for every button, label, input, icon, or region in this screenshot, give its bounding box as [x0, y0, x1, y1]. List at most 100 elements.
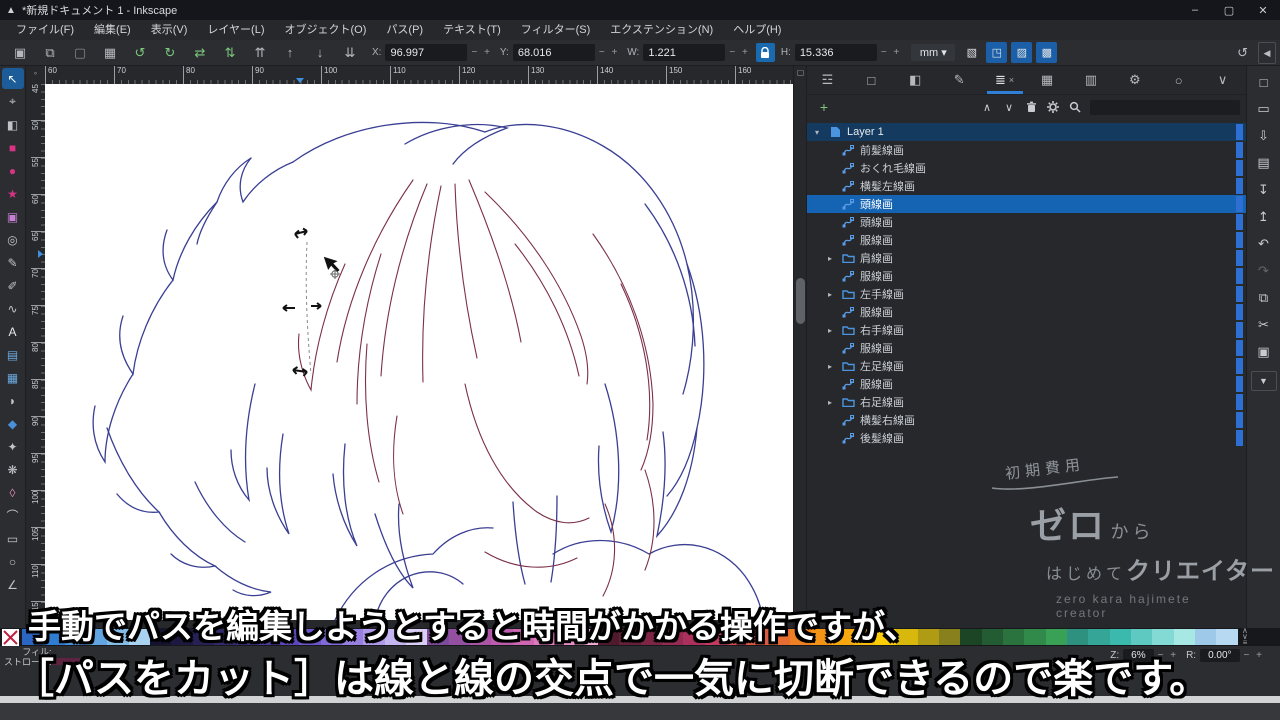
highlight-color-tag[interactable] — [1236, 232, 1243, 248]
layer-row[interactable]: ▾ ▸ Layer 1 — [807, 123, 1246, 141]
command-icon[interactable]: ↥ — [1252, 205, 1276, 229]
menu-item[interactable]: レイヤー(L) — [197, 20, 274, 40]
toolbar-icon[interactable]: ↑ — [278, 43, 302, 63]
horizontal-ruler[interactable]: 60 70 80 90 100 110 120 130 140 150 160 — [45, 66, 793, 84]
toolbar-icon[interactable]: ↻ — [158, 43, 182, 63]
maximize-button[interactable]: ▢ — [1212, 0, 1246, 20]
panel-tab[interactable]: ▦ — [1027, 66, 1071, 94]
transform-toggle[interactable]: ▨ — [1011, 42, 1033, 63]
expander-icon[interactable]: ▾ — [815, 128, 828, 137]
w-input[interactable]: 1.221 — [643, 44, 726, 61]
no-fill-swatch[interactable] — [2, 628, 19, 646]
menu-item[interactable]: ヘルプ(H) — [723, 20, 791, 40]
highlight-color-tag[interactable] — [1236, 376, 1243, 392]
tool-button[interactable]: ✎ — [2, 252, 24, 273]
panel-tab[interactable]: ▥ — [1070, 66, 1114, 94]
panel-tab[interactable]: ◧ — [895, 66, 939, 94]
layer-row[interactable]: ▾ ▸ 横髪左線画 — [807, 177, 1246, 195]
palette-swatch[interactable] — [960, 629, 982, 645]
menu-item[interactable]: テキスト(T) — [433, 20, 511, 40]
lock-aspect-ratio-button[interactable] — [755, 43, 775, 62]
w-stepper[interactable]: − + — [729, 47, 749, 58]
toolbar-icon[interactable]: ⇄ — [188, 43, 212, 63]
palette-swatch[interactable] — [917, 629, 940, 645]
toolbar-icon[interactable]: ▦ — [98, 43, 122, 63]
layer-row[interactable]: ▾ ▸ おくれ毛線画 — [807, 159, 1246, 177]
layer-row[interactable]: ▾ ▸ 頭線画 — [807, 213, 1246, 231]
tool-button[interactable]: A — [2, 321, 24, 342]
layer-row[interactable]: ▾ ▸ 服線画 — [807, 303, 1246, 321]
palette-swatch[interactable] — [1024, 629, 1046, 645]
transform-toggle[interactable]: ▧ — [961, 42, 982, 63]
palette-swatch[interactable] — [1131, 629, 1153, 645]
tool-button[interactable]: ○ — [2, 551, 24, 572]
layer-row[interactable]: ▾ ▸ 左手線画 — [807, 285, 1246, 303]
panel-tab[interactable]: ∨ — [1202, 66, 1246, 94]
layer-row[interactable]: ▾ ▸ 後髪線画 — [807, 429, 1246, 447]
h-stepper[interactable]: − + — [881, 47, 901, 58]
tool-button[interactable]: ✦ — [2, 436, 24, 457]
highlight-color-tag[interactable] — [1236, 196, 1243, 212]
x-stepper[interactable]: − + — [471, 47, 491, 58]
add-layer-button[interactable]: + — [813, 98, 835, 116]
selection-handles[interactable] — [282, 227, 341, 377]
highlight-color-tag[interactable] — [1236, 268, 1243, 284]
menu-item[interactable]: フィルター(S) — [511, 20, 600, 40]
ruler-corner[interactable]: ° — [26, 66, 45, 84]
tool-button[interactable]: ✐ — [2, 275, 24, 296]
palette-swatch[interactable] — [981, 629, 1004, 645]
palette-swatch[interactable] — [939, 629, 961, 645]
tool-button[interactable]: ● — [2, 160, 24, 181]
layer-row[interactable]: ▾ ▸ 右足線画 — [807, 393, 1246, 411]
panel-tab[interactable]: ⚙ — [1114, 66, 1158, 94]
menu-item[interactable]: オブジェクト(O) — [275, 20, 377, 40]
panel-tab[interactable]: ☲ — [807, 66, 851, 94]
tool-button[interactable]: ❋ — [2, 459, 24, 480]
command-icon[interactable]: ▤ — [1252, 151, 1276, 175]
highlight-color-tag[interactable] — [1236, 250, 1243, 266]
search-input[interactable] — [1090, 99, 1240, 115]
menu-item[interactable]: エクステンション(N) — [600, 20, 723, 40]
palette-swatch[interactable] — [1216, 629, 1238, 645]
canvas[interactable] — [45, 84, 793, 621]
command-icon[interactable]: ▭ — [1252, 97, 1276, 121]
layer-row[interactable]: ▾ ▸ 服線画 — [807, 375, 1246, 393]
transform-toggle[interactable]: ◳ — [986, 42, 1008, 63]
layer-row[interactable]: ▾ ▸ 前髪線画 — [807, 141, 1246, 159]
command-icon[interactable]: ↧ — [1252, 178, 1276, 202]
highlight-color-tag[interactable] — [1236, 142, 1243, 158]
tool-button[interactable]: ⌖ — [2, 91, 24, 112]
palette-swatch[interactable] — [1067, 629, 1089, 645]
toolbar-icon[interactable]: ↓ — [308, 43, 332, 63]
toolbar-icon[interactable]: ⇅ — [218, 43, 242, 63]
command-icon[interactable]: ⇩ — [1252, 124, 1276, 148]
tool-button[interactable]: ∿ — [2, 298, 24, 319]
panel-tab[interactable]: ✎ — [939, 66, 983, 94]
close-tab-icon[interactable]: × — [1009, 75, 1014, 85]
layer-row[interactable]: ▾ ▸ 服線画 — [807, 339, 1246, 357]
palette-swatch[interactable] — [1195, 629, 1217, 645]
y-input[interactable]: 68.016 — [512, 44, 595, 61]
highlight-color-tag[interactable] — [1236, 160, 1243, 176]
toolbar-icon[interactable]: ⇈ — [248, 43, 272, 63]
tool-button[interactable]: ▦ — [2, 367, 24, 388]
scroll-corner-icon[interactable]: ▢ — [795, 68, 806, 81]
palette-swatch[interactable] — [1045, 629, 1068, 645]
command-icon[interactable]: ⧉ — [1252, 286, 1276, 310]
highlight-color-tag[interactable] — [1236, 124, 1243, 140]
tool-button[interactable]: ◗ — [2, 390, 24, 411]
tool-button[interactable]: ▤ — [2, 344, 24, 365]
highlight-color-tag[interactable] — [1236, 286, 1243, 302]
expander-icon[interactable]: ▸ — [828, 362, 841, 371]
panel-tab[interactable]: ≣ × — [983, 66, 1027, 94]
vertical-ruler[interactable]: 45 50 55 60 65 70 75 80 85 90 95 100 105 110 115 — [31, 84, 45, 620]
tool-button[interactable]: ↖ — [1, 68, 24, 89]
expander-icon[interactable]: ▸ — [828, 254, 841, 263]
menu-item[interactable]: 表示(V) — [141, 20, 198, 40]
minimize-button[interactable]: – — [1178, 0, 1212, 20]
highlight-color-tag[interactable] — [1236, 322, 1243, 338]
tool-button[interactable]: ▣ — [2, 206, 24, 227]
layer-row[interactable]: ▾ ▸ 左足線画 — [807, 357, 1246, 375]
panel-tab[interactable]: □ — [851, 66, 895, 94]
highlight-color-tag[interactable] — [1236, 412, 1243, 428]
